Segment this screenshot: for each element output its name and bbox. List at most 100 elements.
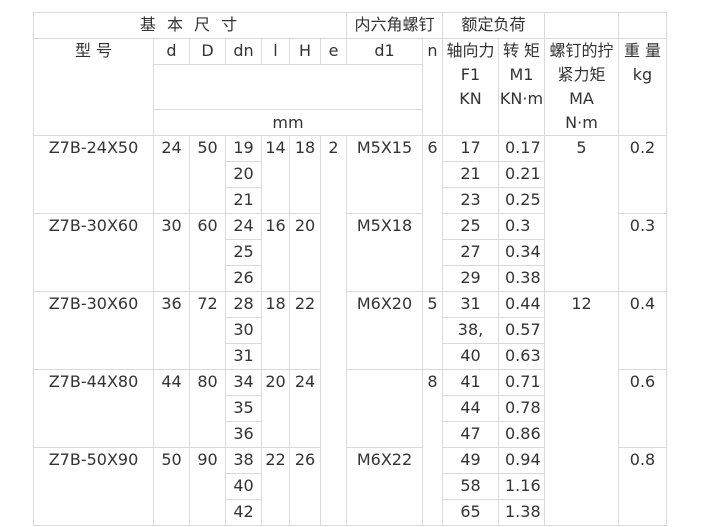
torque-symbol: M1 <box>509 65 534 84</box>
dn-cell: 35 <box>225 395 262 422</box>
n-cell: 5 <box>422 291 443 370</box>
weight-unit: kg <box>632 65 653 84</box>
header-d1: d1 <box>346 38 423 65</box>
axial-force-cell: 23 <box>442 187 499 214</box>
torque-cell: 0.38 <box>498 265 545 292</box>
d1-cell: M6X20 <box>346 291 423 370</box>
axial-force-cell: 40 <box>442 343 499 370</box>
torque-cell: 0.34 <box>498 239 545 266</box>
dn-cell: 38 <box>225 447 262 474</box>
torque-cell: 0.78 <box>498 395 545 422</box>
weight-cell: 0.3 <box>618 213 667 292</box>
axial-force-cell: 29 <box>442 265 499 292</box>
torque-cell: 1.16 <box>498 473 545 500</box>
dn-cell: 42 <box>225 499 262 526</box>
torque-cell: 0.63 <box>498 343 545 370</box>
axial-force-label: 轴向力 <box>446 41 495 60</box>
H-cell: 18 <box>289 135 321 214</box>
axial-force-cell: 65 <box>442 499 499 526</box>
axial-force-cell: 49 <box>442 447 499 474</box>
dn-cell: 31 <box>225 343 262 370</box>
axial-force-cell: 44 <box>442 395 499 422</box>
header-rated-load: 额定负荷 <box>442 12 545 39</box>
header-D: D <box>189 38 226 65</box>
d1-cell: M5X15 <box>346 135 423 214</box>
torque-cell: 0.25 <box>498 187 545 214</box>
axial-force-cell: 41 <box>442 369 499 396</box>
d-cell: 24 <box>153 135 190 214</box>
axial-force-cell: 27 <box>442 239 499 266</box>
table-row: Z7B-30X60 36 72 28 18 22 M6X20 5 31 0.44 12 0.4 <box>33 291 667 526</box>
header-model: 型 号 <box>33 38 154 136</box>
D-cell: 90 <box>189 447 226 526</box>
axial-force-cell: 47 <box>442 421 499 448</box>
weight-cell: 0.2 <box>618 135 667 214</box>
header-l: l <box>261 38 290 65</box>
tightening-torque-symbol: MA <box>569 89 594 108</box>
model-cell: Z7B-30X60 <box>33 213 154 292</box>
dn-cell: 36 <box>225 421 262 448</box>
dn-cell: 26 <box>225 265 262 292</box>
tightening-torque-unit: N·m <box>565 113 598 132</box>
header-mm-unit: mm <box>153 109 423 136</box>
dn-cell: 21 <box>225 187 262 214</box>
header-basic-dimensions: 基 本 尺 寸 <box>33 12 347 39</box>
l-cell: 16 <box>261 213 290 292</box>
d1-cell: M5X18 <box>346 213 423 292</box>
header-torque: 转 矩 M1 KN·m <box>498 38 545 136</box>
D-cell: 72 <box>189 291 226 370</box>
D-cell: 80 <box>189 369 226 448</box>
l-cell: 14 <box>261 135 290 214</box>
model-cell: Z7B-44X80 <box>33 369 154 448</box>
header-weight: 重 量 kg <box>618 38 667 136</box>
l-cell: 18 <box>261 291 290 370</box>
torque-cell: 0.71 <box>498 369 545 396</box>
model-cell: Z7B-30X60 <box>33 291 154 370</box>
axial-force-cell: 38, <box>442 317 499 344</box>
d-cell: 36 <box>153 291 190 370</box>
d1-cell: M6X22 <box>346 447 423 526</box>
torque-cell: 0.44 <box>498 291 545 318</box>
header-dn: dn <box>225 38 262 65</box>
d-cell: 30 <box>153 213 190 292</box>
axial-force-unit: KN <box>459 89 482 108</box>
header-d: d <box>153 38 190 65</box>
torque-cell: 1.38 <box>498 499 545 526</box>
torque-cell: 0.86 <box>498 421 545 448</box>
n-cell: 6 <box>422 135 443 292</box>
header-H: H <box>289 38 321 65</box>
table-row: Z7B-24X50 24 50 19 14 18 2 M5X15 6 17 0.17 5 0.2 <box>33 135 667 526</box>
torque-cell: 0.21 <box>498 161 545 188</box>
l-cell: 22 <box>261 447 290 526</box>
weight-cell: 0.8 <box>618 447 667 526</box>
dn-cell: 19 <box>225 135 262 162</box>
l-cell: 20 <box>261 369 290 448</box>
torque-label: 转 矩 <box>502 41 541 60</box>
dn-cell: 40 <box>225 473 262 500</box>
header-n: n <box>422 38 443 136</box>
axial-force-cell: 17 <box>442 135 499 162</box>
header-blank-ma <box>544 12 619 39</box>
d-cell: 50 <box>153 447 190 526</box>
spec-table: 基 本 尺 寸 内六角螺钉 额定负荷 型 号 d D dn l H e d1 n… <box>33 12 667 526</box>
header-axial-force: 轴向力 F1 KN <box>442 38 499 136</box>
header-tightening-torque: 螺钉的拧 紧力矩 MA N·m <box>544 38 619 136</box>
axial-force-cell: 25 <box>442 213 499 240</box>
weight-label: 重 量 <box>623 41 662 60</box>
axial-force-symbol: F1 <box>460 65 481 84</box>
axial-force-cell: 58 <box>442 473 499 500</box>
model-cell: Z7B-24X50 <box>33 135 154 214</box>
header-blank-weight <box>618 12 667 39</box>
D-cell: 50 <box>189 135 226 214</box>
header-e: e <box>320 38 347 65</box>
dn-cell: 24 <box>225 213 262 240</box>
H-cell: 20 <box>289 213 321 292</box>
dn-cell: 25 <box>225 239 262 266</box>
tightening-torque-cell: 12 <box>544 291 619 526</box>
e-cell: 2 <box>320 135 347 526</box>
weight-cell: 0.6 <box>618 369 667 448</box>
D-cell: 60 <box>189 213 226 292</box>
model-cell: Z7B-50X90 <box>33 447 154 526</box>
H-cell: 26 <box>289 447 321 526</box>
dn-cell: 20 <box>225 161 262 188</box>
